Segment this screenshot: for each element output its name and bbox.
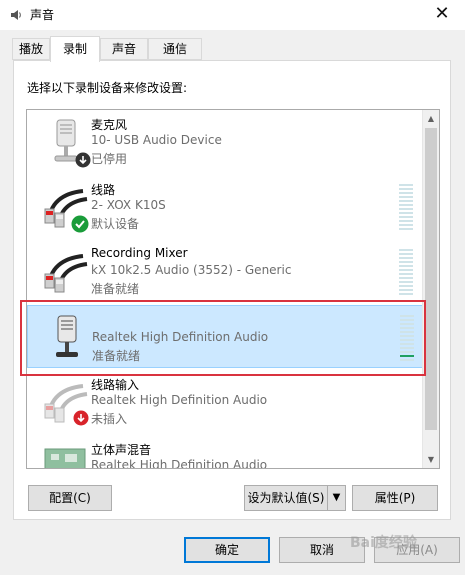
default-check-icon [71,215,89,233]
set-default-button[interactable]: 设为默认值(S) ▼ [244,485,346,511]
ok-button[interactable]: 确定 [184,537,270,563]
tab-recording[interactable]: 录制 [50,36,100,62]
rca-cable-icon [44,254,88,293]
cancel-button[interactable]: 取消 [279,537,365,563]
scroll-thumb[interactable] [425,128,437,430]
device-desc: 10- USB Audio Device [91,133,222,147]
set-default-label: 设为默认值(S) [247,491,325,505]
device-desc: kX 10k2.5 Audio (3552) - Generic [91,263,292,277]
device-name: Recording Mixer [91,246,188,260]
scroll-down-icon[interactable]: ▼ [423,451,439,468]
instruction-label: 选择以下录制设备来修改设置: [27,81,188,95]
device-item-realtek-selected[interactable]: Realtek High Definition Audio 准备就绪 [27,305,423,368]
device-status: 未插入 [91,412,128,426]
device-desc: Realtek High Definition Audio [92,330,269,344]
device-status: 准备就绪 [91,282,140,296]
microphone-icon [56,315,78,357]
level-meter [399,184,413,232]
device-desc: Realtek High Definition Audio [91,393,268,407]
device-status: 已停用 [91,152,128,166]
tab-sounds[interactable]: 声音 [100,38,148,60]
device-status: 准备就绪 [92,349,141,363]
device-item-line[interactable]: 线路 2- XOX K10S 默认设备 [27,175,423,240]
device-name: 立体声混音 [91,443,152,457]
level-meter [399,249,413,297]
device-item-microphone[interactable]: 麦克风 10- USB Audio Device 已停用 [27,110,423,175]
circuit-board-icon [44,448,86,468]
tab-communications[interactable]: 通信 [148,38,202,60]
device-name: 线路输入 [91,378,140,392]
disabled-arrow-icon [75,152,91,168]
speaker-icon [11,10,21,20]
device-desc: 2- XOX K10S [91,198,166,212]
device-name: 麦克风 [91,118,128,132]
dropdown-arrow-icon[interactable]: ▼ [327,486,345,510]
window-title: 声音 [30,8,55,22]
title-bar: 声音 ✕ [0,0,465,30]
close-button[interactable]: ✕ [419,0,465,30]
scrollbar[interactable]: ▲ ▼ [422,110,439,468]
device-item-line-in[interactable]: 线路输入 Realtek High Definition Audio 未插入 [27,370,423,435]
unplugged-arrow-icon [73,410,89,426]
level-meter [400,315,414,363]
configure-button[interactable]: 配置(C) [28,485,112,511]
device-name: 线路 [91,183,116,197]
device-list[interactable]: 麦克风 10- USB Audio Device 已停用 线路 2- XOX K… [26,109,440,469]
recording-panel: 选择以下录制设备来修改设置: 麦克风 10- USB Audio Device … [13,60,451,520]
device-item-recording-mixer[interactable]: Recording Mixer kX 10k2.5 Audio (3552) -… [27,240,423,305]
device-desc: Realtek High Definition Audio [91,458,268,469]
tab-playback[interactable]: 播放 [12,38,50,60]
scroll-up-icon[interactable]: ▲ [423,110,439,127]
apply-button[interactable]: 应用(A) [374,537,460,563]
device-status: 默认设备 [91,217,140,231]
device-item-stereo-mix[interactable]: 立体声混音 Realtek High Definition Audio [27,435,423,469]
properties-button[interactable]: 属性(P) [352,485,438,511]
